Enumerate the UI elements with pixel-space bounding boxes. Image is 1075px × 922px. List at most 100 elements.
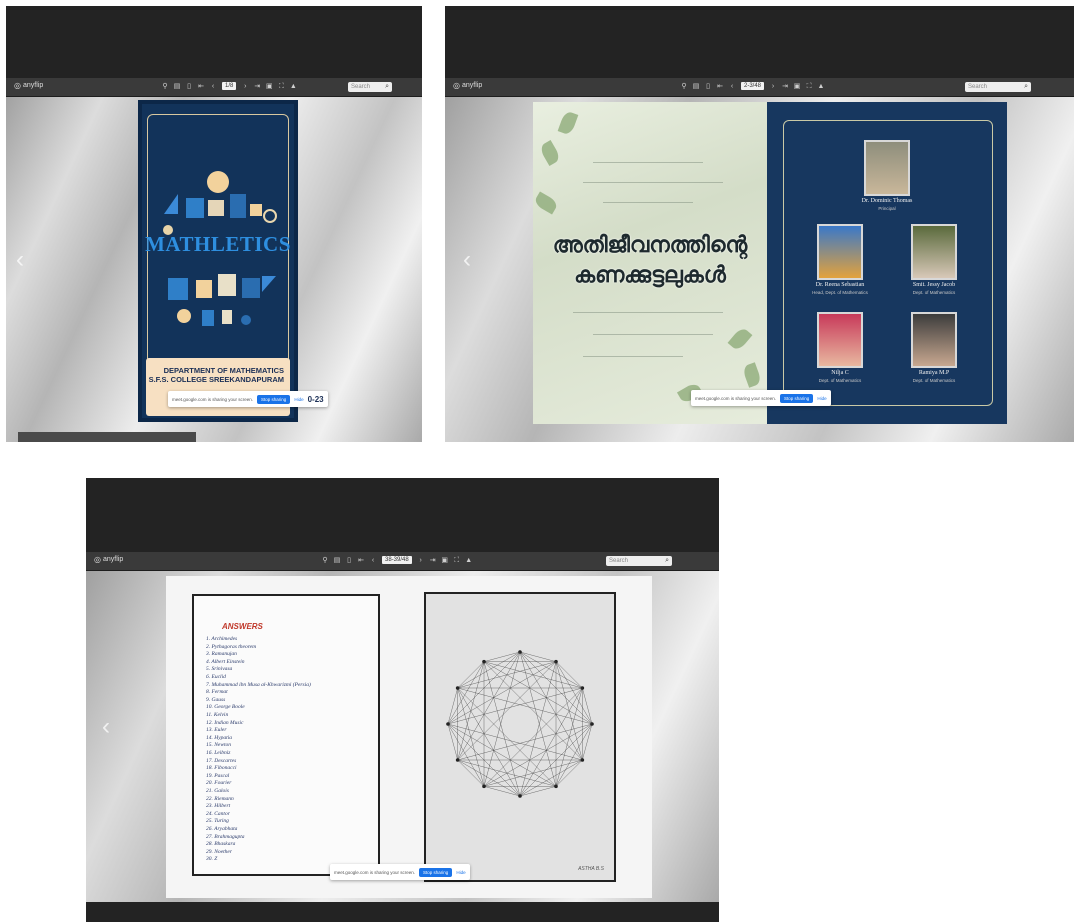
prev-arrow-icon[interactable]: ‹: [463, 248, 471, 272]
hide-button[interactable]: Hide: [456, 870, 465, 875]
anyflip-logo-icon: ◎: [14, 81, 21, 90]
screen-share-banner: meet.google.com is sharing your screen. …: [168, 391, 328, 407]
photo-faculty: [911, 312, 957, 368]
search-icon: ⌕: [385, 83, 389, 90]
answer-line: 19. Pascal: [206, 772, 230, 779]
brand-label: anyflip: [22, 82, 44, 89]
nail-point: [518, 794, 522, 798]
first-page-icon[interactable]: ⇤: [198, 83, 204, 90]
screen-share-banner: meet.google.com is sharing your screen. …: [330, 864, 470, 880]
prev-page-icon[interactable]: ‹: [370, 557, 376, 564]
string-line: [582, 723, 593, 761]
string-line: [457, 661, 557, 761]
last-page-icon[interactable]: ⇥: [782, 83, 788, 90]
string-line: [483, 651, 521, 662]
last-page-icon[interactable]: ⇥: [430, 557, 436, 564]
answer-line: 11. Kelvin: [206, 712, 229, 718]
equation-scribble: [583, 356, 683, 357]
prev-arrow-icon[interactable]: ‹: [16, 248, 24, 272]
fullscreen-icon[interactable]: ⛶: [806, 83, 812, 90]
viewer-stage: ◎ anyflip ⚲ ▤ ▯ ⇤ ‹ 38-39/48 › ⇥ ▣ ⛶ ▲ S…: [86, 552, 719, 902]
photo-faculty: [817, 312, 863, 368]
answer-line: 12. Indian Music: [206, 719, 244, 726]
string-line: [447, 687, 458, 725]
prev-arrow-icon[interactable]: ‹: [102, 715, 110, 739]
search-tool-icon[interactable]: ⚲: [322, 557, 328, 564]
share-icon[interactable]: ▲: [465, 557, 472, 564]
bookmark-icon[interactable]: ▯: [186, 83, 192, 90]
answer-line: 8. Fermat: [206, 689, 228, 696]
brand-logo: ◎ anyflip: [14, 81, 43, 90]
anyflip-logo-icon: ◎: [94, 555, 101, 564]
page-number-input[interactable]: 2-3/48: [741, 82, 765, 90]
answer-line: 13. Euler: [206, 727, 227, 734]
string-line: [447, 661, 485, 725]
brand-logo: ◎ anyflip: [94, 555, 123, 564]
nail-point: [554, 784, 558, 789]
share-icon[interactable]: ▲: [818, 83, 825, 90]
print-icon[interactable]: ▣: [441, 557, 448, 564]
string-line: [555, 723, 593, 787]
share-icon[interactable]: ▲: [290, 83, 297, 90]
next-page-icon[interactable]: ›: [770, 83, 776, 90]
viewer-toolbar: ◎ anyflip ⚲ ▤ ▯ ⇤ ‹ 2-3/48 › ⇥ ▣ ⛶ ▲ Sea…: [445, 78, 1074, 97]
search-input[interactable]: Search ⌕: [348, 82, 392, 92]
string-line: [519, 687, 583, 797]
search-input[interactable]: Search ⌕: [965, 82, 1031, 92]
equation-scribble: [603, 202, 693, 203]
person-name: Smit. Jessy Jacob: [912, 282, 956, 288]
hide-button[interactable]: Hide: [294, 397, 303, 402]
string-line: [555, 661, 583, 689]
person-name: Nilja C: [831, 370, 849, 376]
viewer-toolbar: ◎ anyflip ⚲ ▤ ▯ ⇤ ‹ 38-39/48 › ⇥ ▣ ⛶ ▲ S…: [86, 552, 719, 571]
bookmark-icon[interactable]: ▯: [346, 557, 352, 564]
thumbnails-icon[interactable]: ▤: [693, 83, 700, 90]
search-tool-icon[interactable]: ⚲: [162, 83, 168, 90]
string-line: [447, 661, 557, 725]
thumbnails-icon[interactable]: ▤: [334, 557, 341, 564]
malayalam-title: അതിജീവനത്തിന്റെ കണക്കുട്ടലുകൾ: [552, 232, 748, 287]
stop-sharing-button[interactable]: Stop sharing: [257, 394, 291, 404]
fullscreen-icon[interactable]: ⛶: [278, 83, 284, 90]
year-fragment: 0-23: [307, 394, 324, 404]
equation-scribble: [593, 162, 703, 163]
page-number-input[interactable]: 1/8: [222, 82, 237, 90]
stop-sharing-button[interactable]: Stop sharing: [780, 393, 814, 403]
person-name: Dr. Dominic Thomas: [861, 198, 913, 204]
string-line: [483, 723, 593, 787]
last-page-icon[interactable]: ⇥: [254, 83, 260, 90]
search-input[interactable]: Search ⌕: [606, 556, 672, 566]
hide-button[interactable]: Hide: [817, 396, 826, 401]
equation-scribble: [593, 334, 713, 335]
leaf-decoration: [538, 139, 562, 167]
viewer-stage: ◎ anyflip ⚲ ▤ ▯ ⇤ ‹ 1/8 › ⇥ ▣ ⛶ ▲ Search…: [6, 78, 422, 442]
next-page-icon[interactable]: ›: [418, 557, 424, 564]
scrollbar-thumb[interactable]: [18, 432, 196, 442]
print-icon[interactable]: ▣: [794, 83, 801, 90]
nail-point: [455, 758, 460, 762]
answer-line: 21. Galois: [206, 788, 229, 794]
string-line: [483, 661, 583, 761]
page-number-input[interactable]: 38-39/48: [382, 556, 412, 564]
prev-page-icon[interactable]: ‹: [729, 83, 735, 90]
first-page-icon[interactable]: ⇤: [358, 557, 364, 564]
person-role: Head, Dept. of Mathematics: [812, 290, 868, 295]
search-icon: ⌕: [1024, 83, 1028, 90]
thumbnails-icon[interactable]: ▤: [174, 83, 181, 90]
person-role: Dept. of Mathematics: [818, 378, 862, 383]
fullscreen-icon[interactable]: ⛶: [454, 557, 460, 564]
string-line: [483, 661, 583, 689]
stop-sharing-button[interactable]: Stop sharing: [419, 867, 453, 877]
first-page-icon[interactable]: ⇤: [717, 83, 723, 90]
next-page-icon[interactable]: ›: [242, 83, 248, 90]
string-line: [555, 759, 583, 787]
prev-page-icon[interactable]: ‹: [210, 83, 216, 90]
print-icon[interactable]: ▣: [266, 83, 273, 90]
string-line: [457, 661, 485, 689]
search-tool-icon[interactable]: ⚲: [681, 83, 687, 90]
nail-point: [482, 659, 486, 664]
string-line: [483, 687, 583, 787]
string-line: [457, 759, 485, 787]
answers-frame: ANSWERS 1. Archimedes 2. Pythagoras theor…: [192, 594, 380, 876]
bookmark-icon[interactable]: ▯: [705, 83, 711, 90]
